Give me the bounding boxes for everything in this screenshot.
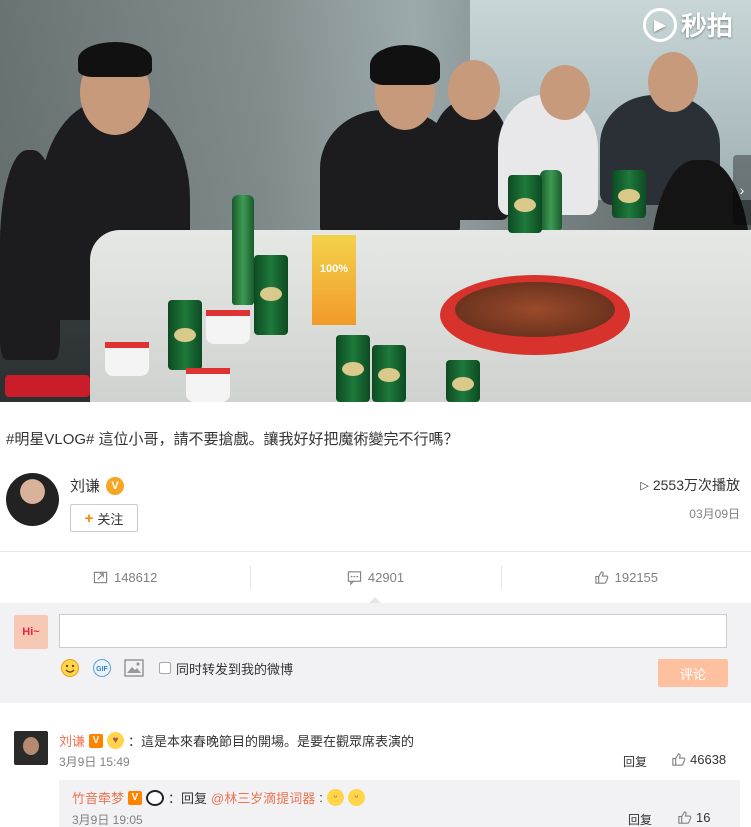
action-bar: 148612 42901 192155 xyxy=(0,557,751,603)
post-caption: #明星VLOG# 這位小哥，請不要搶戲。讓我好好把魔術變完不行嗎？ xyxy=(6,431,459,448)
repost-count: 148612 xyxy=(113,569,158,585)
grin-emoji-icon: ᵕ xyxy=(326,789,344,806)
author-name-row: 刘谦 V xyxy=(70,475,125,496)
svg-text:GIF: GIF xyxy=(96,666,108,673)
beer-can xyxy=(508,175,542,233)
thumbs-up-icon xyxy=(594,570,608,584)
miaopai-watermark: ▶ 秒拍 xyxy=(642,6,733,43)
person-hair xyxy=(370,45,440,85)
red-phone xyxy=(5,375,90,397)
person-figure xyxy=(0,150,60,360)
like-count: 192155 xyxy=(614,569,659,585)
comment-text: ：這是本來春晚節目的開場。是要在觀眾席表演的 xyxy=(128,734,415,749)
repost-icon xyxy=(93,571,108,583)
verified-badge-icon: V xyxy=(106,476,125,495)
comment-button[interactable]: 42901 xyxy=(250,557,500,603)
hotpot-soup xyxy=(455,282,615,337)
panda-badge-icon xyxy=(146,789,165,806)
plus-icon: + xyxy=(84,509,94,527)
comment-like-count: 46638 xyxy=(690,752,727,767)
comment-reply-button[interactable]: 回复 xyxy=(623,753,647,770)
person-head xyxy=(648,52,698,112)
beer-can xyxy=(612,170,646,218)
play-count-text: 2553万次播放 xyxy=(652,477,740,493)
cup xyxy=(105,342,149,376)
grin-emoji-icon: ᵕ xyxy=(347,789,365,806)
sync-repost-label: 同时转发到我的微博 xyxy=(176,661,294,677)
submit-comment-button[interactable]: 评论 xyxy=(658,659,728,687)
comment-like-button[interactable]: 46638 xyxy=(671,752,726,767)
beer-can xyxy=(372,345,406,402)
reply-reply-button[interactable]: 回复 xyxy=(628,811,652,827)
gif-icon[interactable]: GIF xyxy=(91,657,113,679)
chevron-right-icon[interactable]: › xyxy=(733,155,751,225)
comment-count: 42901 xyxy=(367,569,405,585)
play-triangle-icon: ▷ xyxy=(640,479,649,492)
reply-mention[interactable]: @林三岁滴提词器 xyxy=(211,788,315,807)
sync-repost-option[interactable]: 同时转发到我的微博 xyxy=(159,659,293,678)
comment-author[interactable]: 刘谦 xyxy=(59,731,85,750)
repost-button[interactable]: 148612 xyxy=(0,557,250,597)
my-avatar[interactable]: Hi~ xyxy=(14,615,48,649)
comment-icon xyxy=(347,570,362,585)
reply-prefix: ：回复 xyxy=(168,791,208,806)
juice-label: 100% xyxy=(319,263,349,275)
like-button[interactable]: 192155 xyxy=(500,557,751,597)
post-date: 03月09日 xyxy=(689,507,740,521)
reply-author[interactable]: 竹音牵梦 xyxy=(72,788,124,807)
cup xyxy=(206,310,250,344)
comment-input[interactable] xyxy=(59,614,727,648)
reply-suffix: : xyxy=(319,790,323,805)
follow-button[interactable]: + 关注 xyxy=(70,504,138,532)
reply-like-count: 16 xyxy=(696,810,711,825)
beer-can xyxy=(336,335,370,402)
beer-can xyxy=(254,255,288,335)
play-count: ▷ 2553万次播放 xyxy=(640,475,740,495)
comment-avatar[interactable] xyxy=(14,731,48,765)
beer-bottle xyxy=(540,170,562,230)
beer-bottle xyxy=(232,195,254,305)
reply-body: 竹音牵梦 V ：回复 @林三岁滴提词器 : ᵕ ᵕ xyxy=(72,788,365,807)
avatar-text: Hi~ xyxy=(22,626,40,638)
divider xyxy=(0,551,751,552)
person-head xyxy=(448,60,500,120)
image-icon[interactable] xyxy=(123,657,145,679)
reply-time: 3月9日 19:05 xyxy=(72,813,143,827)
juice-carton: 100% xyxy=(312,235,356,325)
comment-body: 刘谦 V ♥ ：這是本來春晚節目的開場。是要在觀眾席表演的 xyxy=(59,731,414,750)
thumbs-up-icon xyxy=(678,811,692,824)
comment-time: 3月9日 15:49 xyxy=(59,755,130,769)
cup xyxy=(186,368,230,402)
thumbs-up-icon xyxy=(672,753,686,766)
sync-repost-checkbox[interactable] xyxy=(159,662,171,674)
author-avatar[interactable] xyxy=(6,473,59,526)
beer-can xyxy=(168,300,202,370)
verified-badge-icon: V xyxy=(89,733,104,748)
watermark-text: 秒拍 xyxy=(680,11,733,41)
composer-tools: GIF 同时转发到我的微博 xyxy=(59,657,293,679)
emoji-icon[interactable] xyxy=(59,657,81,679)
author-name[interactable]: 刘谦 xyxy=(70,475,100,496)
person-head xyxy=(540,65,590,120)
verified-badge-icon: V xyxy=(128,790,143,805)
member-badge-icon: ♥ xyxy=(107,732,125,749)
reply-like-button[interactable]: 16 xyxy=(677,810,710,825)
video-player[interactable]: 100% ▶ 秒拍 › xyxy=(0,0,751,402)
follow-label: 关注 xyxy=(97,511,124,527)
person-hair xyxy=(78,42,152,77)
play-icon: ▶ xyxy=(642,7,677,42)
beer-can xyxy=(446,360,480,402)
